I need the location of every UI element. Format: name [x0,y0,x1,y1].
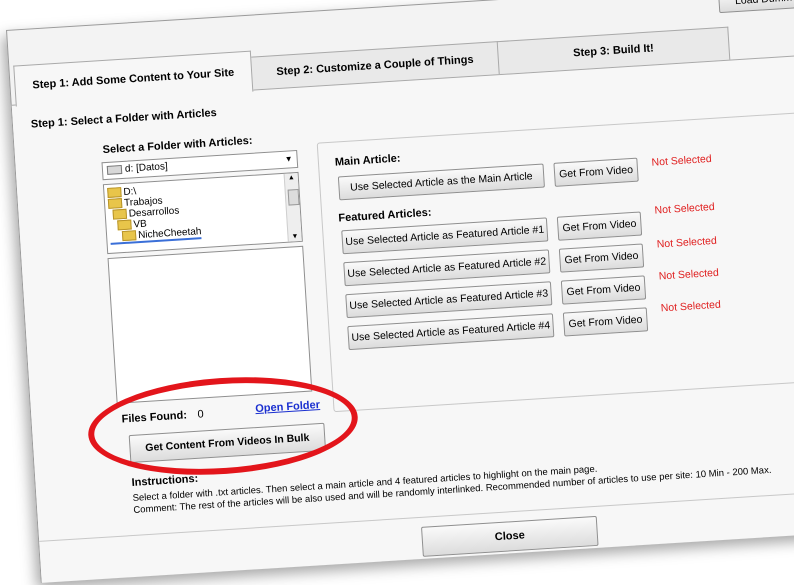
featured3-status: Not Selected [658,266,720,283]
scroll-up-icon[interactable]: ▲ [288,174,295,181]
main-get-from-video-button[interactable]: Get From Video [553,157,639,187]
article-group: Main Article: Use Selected Article as th… [316,111,794,413]
bulk-videos-button[interactable]: Get Content From Videos In Bulk [128,422,327,464]
folder-list[interactable]: D:\ Trabajos Desarrollos VB NicheCheetah… [102,171,303,255]
load-dummy-button[interactable]: Load Dumm [717,0,794,14]
featured1-get-from-video-button[interactable]: Get From Video [556,211,643,241]
featured-label: Featured Articles: [338,206,432,225]
section-title: Step 1: Select a Folder with Articles [30,106,218,131]
instructions-label: Instructions: [131,472,199,489]
drive-value: d: [Datos] [124,161,169,175]
scroll-down-icon[interactable]: ▼ [291,233,298,240]
drive-icon [106,164,123,175]
folder-icon [107,187,122,199]
main-article-label: Main Article: [334,152,401,169]
file-list[interactable] [107,245,313,404]
featured2-get-from-video-button[interactable]: Get From Video [558,243,645,273]
main-article-button[interactable]: Use Selected Article as the Main Article [337,163,545,201]
open-folder-link[interactable]: Open Folder [255,399,320,415]
files-found-label: Files Found: [121,409,188,426]
featured4-status: Not Selected [660,298,722,315]
close-button[interactable]: Close [421,515,599,557]
step1-panel: Step 1: Select a Folder with Articles Se… [11,54,794,583]
app-window: Load Dumm Step 1: Add Some Content to Yo… [6,0,794,583]
chevron-down-icon[interactable]: ▼ [284,154,292,163]
featured-article-button-2[interactable]: Use Selected Article as Featured Article… [343,249,551,287]
folder-icon [107,198,123,210]
featured-article-button-3[interactable]: Use Selected Article as Featured Article… [345,281,553,319]
select-folder-label: Select a Folder with Articles: [102,134,253,157]
featured-article-button-4[interactable]: Use Selected Article as Featured Article… [347,313,555,351]
folder-icon [117,219,132,231]
main-status: Not Selected [651,152,712,169]
folder-icon [121,230,137,242]
folder-icon [112,209,128,221]
app-scene: Load Dumm Step 1: Add Some Content to Yo… [6,0,794,583]
files-found-count: 0 [197,408,205,421]
featured1-status: Not Selected [654,200,716,217]
scroll-thumb[interactable] [287,188,300,206]
featured2-status: Not Selected [656,234,718,251]
featured3-get-from-video-button[interactable]: Get From Video [560,275,647,305]
featured4-get-from-video-button[interactable]: Get From Video [562,307,649,337]
featured-article-button-1[interactable]: Use Selected Article as Featured Article… [341,217,549,255]
folder-scrollbar[interactable]: ▲ ▼ [283,172,302,242]
